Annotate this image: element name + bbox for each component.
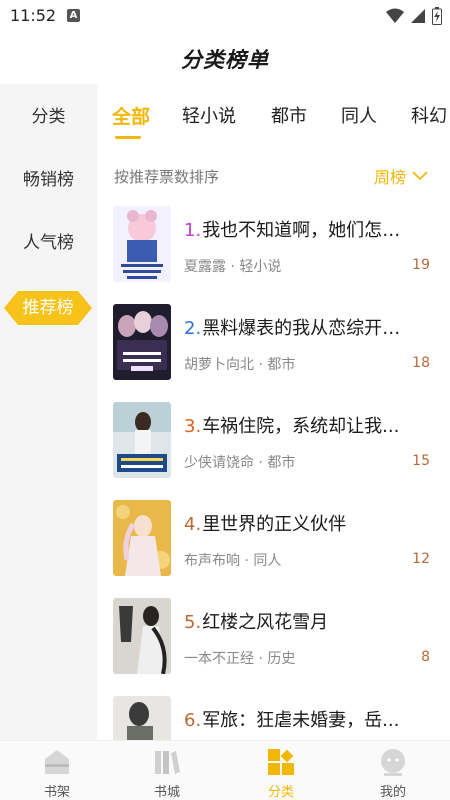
book-meta: 布声布响 · 同人 <box>184 553 282 569</box>
tab-urban[interactable]: 都市 <box>271 102 307 128</box>
tab-light-novel[interactable]: 轻小说 <box>182 102 236 128</box>
status-icons <box>386 7 442 25</box>
vote-count: 19 <box>412 257 430 273</box>
book-title: 3.车祸住院，系统却让我... <box>184 416 400 437</box>
category-grid-icon <box>268 749 294 775</box>
vote-count: 15 <box>412 453 430 469</box>
list-item[interactable]: 2.黑料爆表的我从恋综开始... 胡萝卜向北 · 都市 18 <box>97 302 450 400</box>
book-cover <box>113 598 171 674</box>
nav-label: 书城 <box>153 785 180 800</box>
vote-count: 12 <box>412 551 430 567</box>
book-rank: 4. <box>184 514 202 535</box>
book-cover <box>113 206 171 282</box>
period-dropdown[interactable]: 周榜 <box>374 164 428 188</box>
book-author: 胡萝卜向北 <box>184 357 254 373</box>
vote-count: 8 <box>421 649 430 665</box>
nav-profile[interactable]: 我的 <box>353 747 433 800</box>
book-meta: 夏露露 · 轻小说 <box>184 259 282 275</box>
vote-count: 18 <box>412 355 430 371</box>
bookshelf-icon <box>45 750 69 774</box>
nav-label: 分类 <box>267 785 294 800</box>
book-category: 都市 <box>267 357 296 373</box>
book-rank: 5. <box>184 612 202 633</box>
wifi-icon <box>386 8 404 23</box>
sidebar-item-category[interactable]: 分类 <box>0 97 97 137</box>
book-cover <box>113 500 171 576</box>
book-author: 一本不正经 <box>184 651 254 667</box>
signal-icon <box>411 9 425 23</box>
book-rank: 1. <box>184 220 202 241</box>
tab-all[interactable]: 全部 <box>112 102 150 129</box>
sidebar-item-bestseller[interactable]: 畅销榜 <box>0 160 97 200</box>
sort-label: 按推荐票数排序 <box>114 168 220 186</box>
nav-bookshelf[interactable]: 书架 <box>17 747 97 800</box>
sidebar: 分类 畅销榜 人气榜 推荐榜 <box>0 84 97 740</box>
book-author: 少侠请饶命 <box>184 455 254 471</box>
book-cover <box>113 696 171 740</box>
book-rank: 2. <box>184 318 202 339</box>
list-item[interactable]: 6.军旅：狂虐未婚妻，岳... <box>97 694 450 740</box>
sort-row: 按推荐票数排序 周榜 <box>97 146 450 204</box>
books-icon <box>155 751 180 774</box>
list-item[interactable]: 5.红楼之风花雪月 一本不正经 · 历史 8 <box>97 596 450 694</box>
category-tabs: 全部 轻小说 都市 同人 科幻 <box>97 84 450 146</box>
tab-fanfic[interactable]: 同人 <box>341 102 377 128</box>
sidebar-item-recommend[interactable]: 推荐榜 <box>4 291 92 325</box>
book-title: 6.军旅：狂虐未婚妻，岳... <box>184 710 400 731</box>
battery-icon <box>432 7 442 25</box>
status-time: 11:52 <box>10 6 57 25</box>
book-rank: 6. <box>184 710 202 731</box>
book-meta: 少侠请饶命 · 都市 <box>184 455 296 471</box>
tab-underline <box>115 136 141 139</box>
notification-icon: A <box>67 9 80 22</box>
bottom-nav: 书架 书城 分类 我的 <box>0 740 450 800</box>
book-meta: 胡萝卜向北 · 都市 <box>184 357 296 373</box>
book-list: 1.我也不知道啊，她们怎么就... 夏露露 · 轻小说 19 2.黑料爆表的我从… <box>97 204 450 740</box>
book-category: 都市 <box>267 455 296 471</box>
book-title: 4.里世界的正义伙伴 <box>184 514 347 535</box>
nav-category[interactable]: 分类 <box>241 747 321 800</box>
list-item[interactable]: 3.车祸住院，系统却让我... 少侠请饶命 · 都市 15 <box>97 400 450 498</box>
book-rank: 3. <box>184 416 202 437</box>
nav-bookstore[interactable]: 书城 <box>127 747 207 800</box>
book-cover <box>113 304 171 380</box>
book-meta: 一本不正经 · 历史 <box>184 651 296 667</box>
book-category: 同人 <box>253 553 282 569</box>
period-value: 周榜 <box>373 168 406 187</box>
book-category: 历史 <box>267 651 296 667</box>
list-item[interactable]: 1.我也不知道啊，她们怎么就... 夏露露 · 轻小说 19 <box>97 204 450 302</box>
status-bar: 11:52 A <box>0 0 450 32</box>
sidebar-item-popularity[interactable]: 人气榜 <box>0 223 97 263</box>
nav-label: 我的 <box>379 785 406 800</box>
profile-icon <box>381 749 405 776</box>
book-author: 夏露露 <box>184 259 226 275</box>
list-item[interactable]: 4.里世界的正义伙伴 布声布响 · 同人 12 <box>97 498 450 596</box>
nav-label: 书架 <box>43 785 70 800</box>
book-title: 1.我也不知道啊，她们怎么就... <box>184 220 416 241</box>
book-author: 布声布响 <box>184 553 240 569</box>
book-title: 5.红楼之风花雪月 <box>184 612 329 633</box>
chevron-down-icon <box>412 171 428 181</box>
tab-scifi[interactable]: 科幻 <box>411 102 447 128</box>
book-title: 2.黑料爆表的我从恋综开始... <box>184 318 416 339</box>
book-category: 轻小说 <box>239 259 282 275</box>
page-title: 分类榜单 <box>181 48 269 72</box>
book-cover <box>113 402 171 478</box>
